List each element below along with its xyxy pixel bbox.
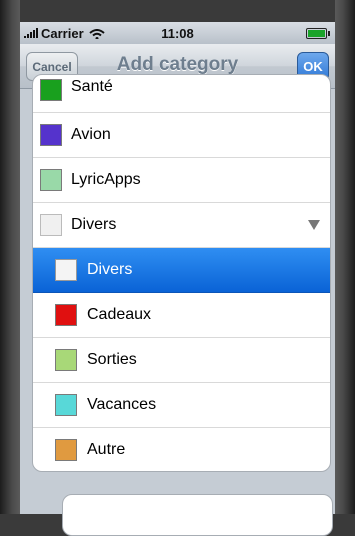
color-swatch [55, 304, 77, 326]
status-bar: Carrier 11:08 [20, 22, 335, 44]
device-bezel-left [0, 0, 20, 514]
category-label: LyricApps [71, 171, 141, 188]
subcategory-label: Sorties [87, 351, 137, 368]
category-row-avion[interactable]: Avion [33, 113, 330, 158]
color-swatch [40, 124, 62, 146]
category-list: Santé Avion LyricApps Divers Divers Cade… [32, 74, 331, 472]
color-swatch [55, 259, 77, 281]
color-swatch [55, 439, 77, 461]
category-row-divers[interactable]: Divers [33, 203, 330, 248]
device-bezel-right [335, 0, 355, 514]
page-title: Add category [116, 54, 239, 75]
subcategory-label: Autre [87, 441, 126, 458]
battery-icon [306, 28, 330, 39]
clock: 11:08 [161, 25, 194, 41]
color-swatch [40, 169, 62, 191]
subcategory-row-vacances[interactable]: Vacances [33, 383, 330, 428]
color-swatch [55, 349, 77, 371]
subcategory-label: Vacances [87, 396, 157, 413]
subcategory-row-divers[interactable]: Divers [33, 248, 330, 293]
subcategory-row-sorties[interactable]: Sorties [33, 338, 330, 383]
color-swatch [40, 79, 62, 101]
category-label: Divers [71, 216, 117, 233]
subcategory-label: Divers [87, 261, 133, 278]
subcategory-row-autre[interactable]: Autre [33, 428, 330, 471]
subcategory-label: Cadeaux [87, 306, 152, 323]
secondary-list-card[interactable] [62, 494, 333, 536]
category-label: Avion [71, 126, 111, 143]
category-row-sante[interactable]: Santé [33, 75, 330, 113]
category-row-lyricapps[interactable]: LyricApps [33, 158, 330, 203]
subcategory-row-cadeaux[interactable]: Cadeaux [33, 293, 330, 338]
expand-triangle-icon[interactable] [308, 220, 320, 230]
color-swatch [40, 214, 62, 236]
category-label: Santé [71, 78, 113, 95]
color-swatch [55, 394, 77, 416]
